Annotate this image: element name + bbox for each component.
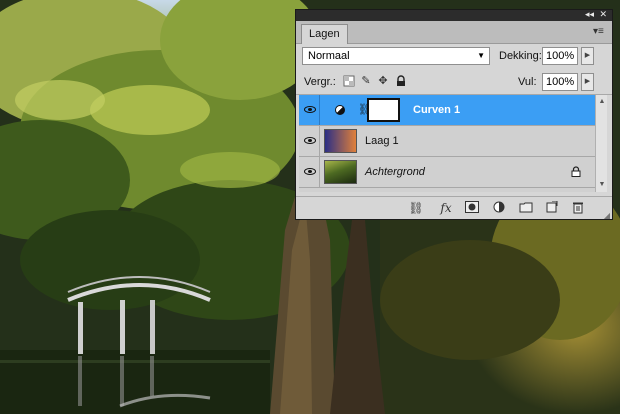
layer-row-laag1[interactable]: Laag 1 <box>299 126 595 157</box>
new-layer-icon[interactable] <box>544 200 560 215</box>
panel-menu-icon[interactable]: ▾≡ <box>593 26 607 38</box>
layers-panel: ◂◂ ✕ Lagen ▾≡ Normaal ▼ Dekking: 100% ▶ … <box>295 9 613 220</box>
layer-thumbnail[interactable] <box>324 160 357 184</box>
opacity-field[interactable]: 100% <box>542 47 578 65</box>
panel-tab-row: Lagen ▾≡ <box>296 21 612 44</box>
curves-adjustment-icon[interactable] <box>335 105 345 115</box>
scroll-up-icon[interactable]: ▲ <box>597 97 607 107</box>
opacity-slider-button[interactable]: ▶ <box>581 47 594 65</box>
blend-mode-row: Normaal ▼ Dekking: 100% ▶ <box>296 44 612 70</box>
fill-label: Vul: <box>518 76 537 88</box>
eye-icon <box>304 137 316 144</box>
layer-name[interactable]: Achtergrond <box>365 166 425 178</box>
eye-icon <box>304 168 316 175</box>
blend-mode-select[interactable]: Normaal ▼ <box>302 47 490 65</box>
layer-name[interactable]: Curven 1 <box>413 104 460 116</box>
lock-pixels-icon[interactable]: ✎ <box>360 75 372 87</box>
collapse-panel-icon[interactable]: ◂◂ <box>585 10 594 21</box>
panel-title-bar[interactable]: ◂◂ ✕ <box>296 10 612 21</box>
scroll-down-icon[interactable]: ▼ <box>597 180 607 190</box>
layer-mask-thumbnail[interactable] <box>367 98 400 122</box>
lock-position-icon[interactable]: ✥ <box>377 75 389 87</box>
blend-mode-value: Normaal <box>308 50 350 62</box>
layer-thumbnail[interactable] <box>324 129 357 153</box>
add-mask-icon[interactable] <box>464 201 480 215</box>
adjustment-layer-icon[interactable] <box>490 201 510 215</box>
tab-layers[interactable]: Lagen <box>301 24 348 44</box>
visibility-toggle[interactable] <box>299 157 320 187</box>
lock-label: Vergr.: <box>304 76 336 88</box>
lock-row: Vergr.: ✎ ✥ Vul: 100% ▶ <box>296 70 612 95</box>
layers-bottom-toolbar: ⛓ fx ◢ <box>296 196 612 221</box>
chevron-down-icon: ▼ <box>477 51 485 60</box>
visibility-toggle[interactable] <box>299 126 320 156</box>
fill-field[interactable]: 100% <box>542 73 578 91</box>
layer-name[interactable]: Laag 1 <box>365 135 399 147</box>
layer-row-curves[interactable]: ⛓ Curven 1 <box>299 95 595 126</box>
layers-scrollbar[interactable]: ▲ ▼ <box>595 95 607 192</box>
trash-icon[interactable] <box>570 201 586 215</box>
layer-style-fx-icon[interactable]: fx <box>436 201 456 215</box>
eye-icon <box>304 106 316 113</box>
new-group-icon[interactable] <box>518 201 534 215</box>
opacity-label: Dekking: <box>499 50 542 62</box>
lock-all-icon[interactable] <box>395 75 407 87</box>
layer-row-background[interactable]: Achtergrond <box>299 157 595 188</box>
link-layers-icon[interactable]: ⛓ <box>406 201 426 215</box>
lock-transparency-icon[interactable] <box>343 75 355 87</box>
layers-list: ⛓ Curven 1 Laag 1 Achtergrond <box>299 95 595 192</box>
fill-slider-button[interactable]: ▶ <box>581 73 594 91</box>
resize-grip-icon[interactable]: ◢ <box>604 211 610 220</box>
visibility-toggle[interactable] <box>299 95 320 125</box>
close-panel-icon[interactable]: ✕ <box>599 10 607 21</box>
locked-icon <box>571 166 581 177</box>
